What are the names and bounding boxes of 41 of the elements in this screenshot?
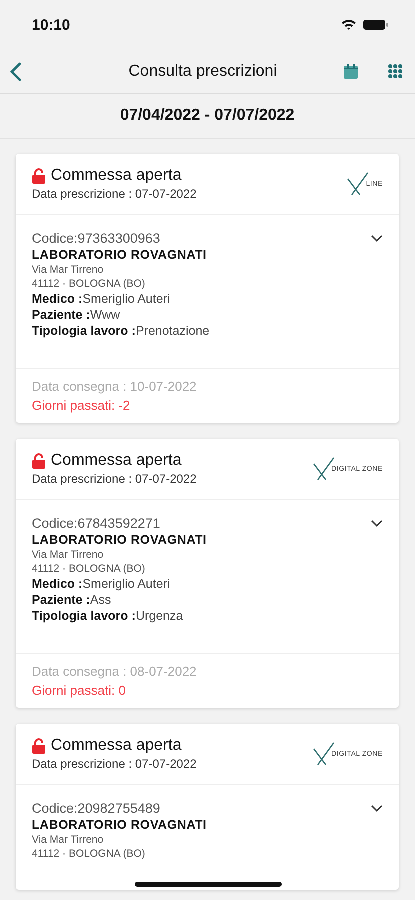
lab-name: LABORATORIO ROVAGNATI xyxy=(32,818,208,832)
prescription-card[interactable] xyxy=(16,439,399,708)
address-line: Via Mar Tirreno xyxy=(32,549,105,561)
days-passed: Giorni passati: 0 xyxy=(32,683,127,698)
address-line: Via Mar Tirreno xyxy=(32,264,105,276)
lab-name: LABORATORIO ROVAGNATI xyxy=(32,533,208,547)
screen-title: Consulta prescrizioni xyxy=(128,62,278,80)
address-line: 41112 - BOLOGNA (BO) xyxy=(32,278,146,290)
detail-line: Medico :Smeriglio Auteri xyxy=(32,577,172,591)
status-time: 10:10 xyxy=(32,16,70,34)
chevron-down-icon[interactable] xyxy=(371,234,383,242)
prescription-card[interactable] xyxy=(16,154,399,423)
battery-icon xyxy=(363,19,389,31)
detail-line: Tipologia lavoro :Prenotazione xyxy=(32,324,211,338)
status-label: Commessa aperta xyxy=(51,737,182,755)
status-label: Commessa aperta xyxy=(51,452,182,470)
chevron-down-icon[interactable] xyxy=(371,804,383,812)
detail-line: Paziente :Ass xyxy=(32,593,112,607)
wifi-icon xyxy=(341,19,357,31)
order-code: Codice:97363300963 xyxy=(32,231,160,246)
detail-line: Paziente :Www xyxy=(32,308,122,322)
calendar-icon[interactable] xyxy=(344,64,358,79)
prescription-date: Data prescrizione : 07-07-2022 xyxy=(32,472,197,486)
prescription-date: Data prescrizione : 07-07-2022 xyxy=(32,757,197,771)
delivery-date: Data consegna : 08-07-2022 xyxy=(32,664,198,679)
chevron-down-icon[interactable] xyxy=(371,520,383,528)
prescription-date: Data prescrizione : 07-07-2022 xyxy=(32,187,197,201)
days-passed: Giorni passati: -2 xyxy=(32,398,132,413)
date-range[interactable]: 07/04/2022 - 07/07/2022 xyxy=(0,94,415,139)
detail-line: Tipologia lavoro :Urgenza xyxy=(32,609,184,623)
back-icon[interactable] xyxy=(10,62,22,82)
detail-line: Medico :Smeriglio Auteri xyxy=(32,292,172,306)
lab-name: LABORATORIO ROVAGNATI xyxy=(32,248,208,262)
address-line: Via Mar Tirreno xyxy=(32,834,105,846)
address-line: 41112 - BOLOGNA (BO) xyxy=(32,563,146,575)
order-code: Codice:20982755489 xyxy=(32,801,160,816)
grid-menu-icon[interactable] xyxy=(388,64,403,79)
status-label: Commessa aperta xyxy=(51,167,182,185)
address-line: 41112 - BOLOGNA (BO) xyxy=(32,848,146,860)
order-code: Codice:67843592271 xyxy=(32,516,160,531)
delivery-date: Data consegna : 10-07-2022 xyxy=(32,379,198,394)
